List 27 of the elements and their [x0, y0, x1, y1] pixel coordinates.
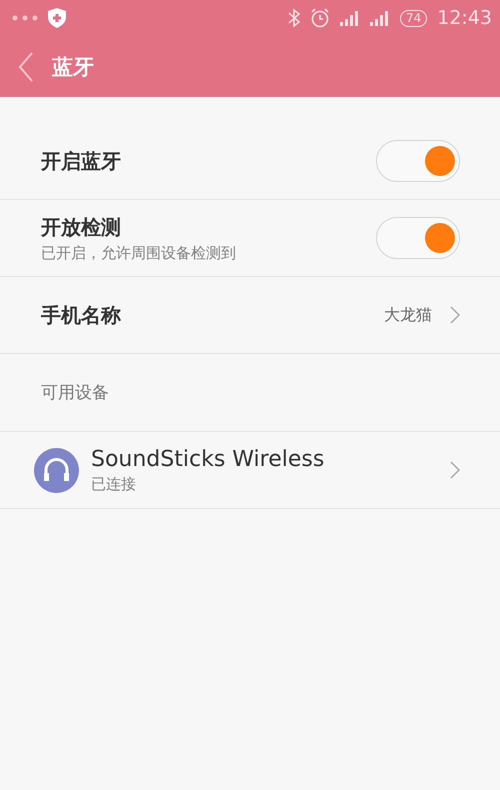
toggle-switch[interactable]	[376, 140, 460, 182]
setting-label: 开启蓝牙	[41, 148, 122, 174]
status-time: 12:43	[437, 7, 492, 29]
settings-row[interactable]: 开放检测 已开启，允许周围设备检测到	[0, 200, 500, 277]
signal-icon	[370, 10, 390, 26]
headphones-icon	[34, 448, 79, 492]
alarm-icon	[310, 8, 330, 28]
device-row[interactable]: SoundSticks Wireless 已连接	[0, 432, 500, 509]
chevron-icon	[450, 461, 460, 479]
section-title: 可用设备	[41, 382, 109, 404]
device-name: SoundSticks Wireless	[91, 446, 326, 472]
device-status: 已连接	[91, 474, 137, 494]
setting-label: 开放检测	[41, 214, 122, 240]
bluetooth-icon	[288, 8, 300, 28]
setting-value: 大龙猫	[384, 304, 432, 326]
battery-level: 74	[400, 10, 428, 26]
shield-icon	[48, 8, 66, 28]
settings-row[interactable]: 开启蓝牙	[0, 123, 500, 200]
page-title: 蓝牙	[52, 54, 94, 80]
setting-description: 已开启，允许周围设备检测到	[41, 244, 237, 262]
back-button[interactable]	[18, 52, 34, 82]
signal-icon	[340, 10, 360, 26]
setting-label: 手机名称	[41, 302, 122, 328]
chevron-icon	[450, 306, 460, 324]
toggle-switch[interactable]	[376, 217, 460, 259]
settings-row[interactable]: 手机名称 大龙猫	[0, 277, 500, 354]
more-icon	[12, 15, 38, 21]
